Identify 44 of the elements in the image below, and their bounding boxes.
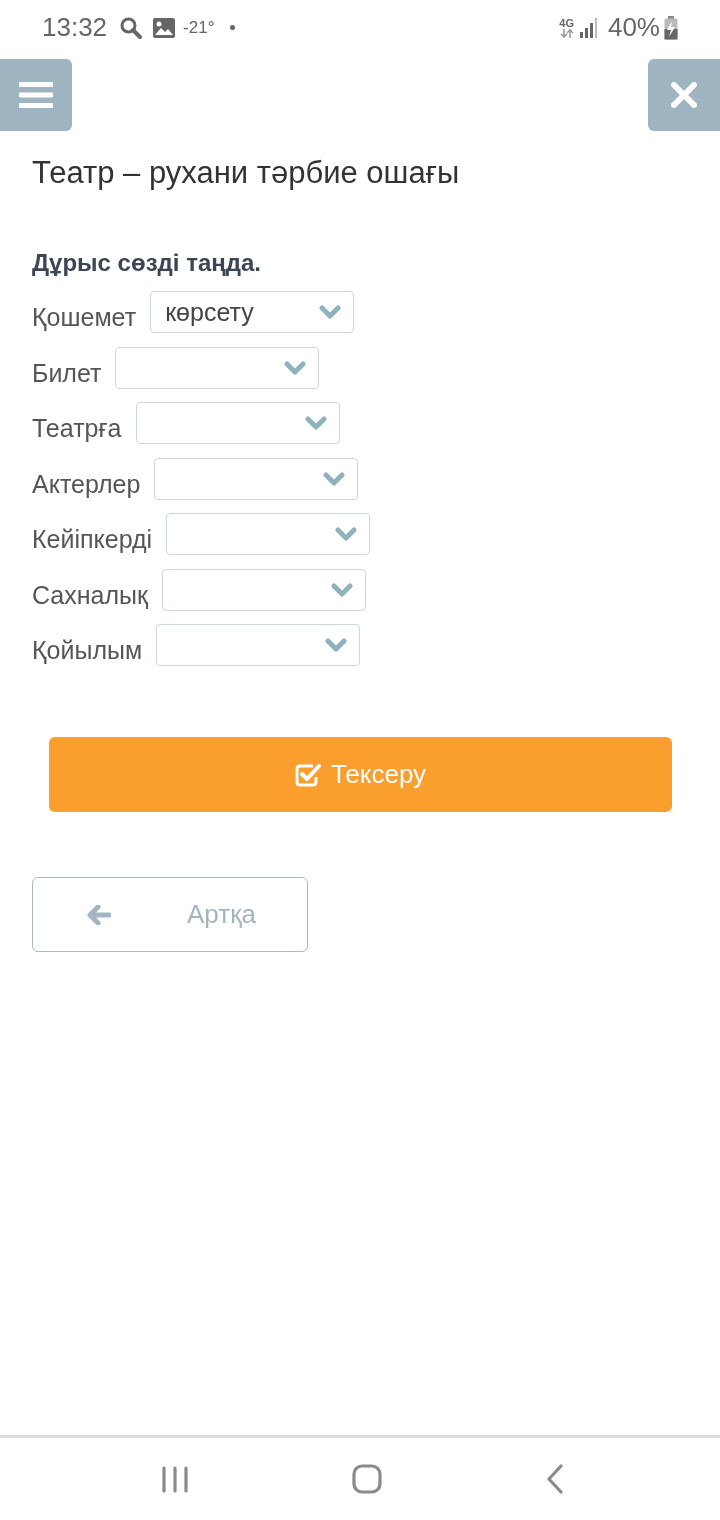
chevron-down-icon	[284, 360, 307, 375]
word-dropdown[interactable]	[161, 568, 366, 611]
image-icon	[153, 17, 176, 38]
word-label: Актерлер	[32, 468, 141, 499]
back-chevron-icon[interactable]	[546, 1464, 564, 1494]
word-dropdown[interactable]: көрсету	[150, 291, 355, 333]
back-button[interactable]: Артқа	[32, 877, 308, 952]
word-label: Театрға	[32, 413, 122, 443]
word-dropdown[interactable]	[154, 457, 359, 500]
word-label: Сахналық	[32, 579, 148, 610]
signal-icon	[579, 17, 600, 38]
check-button[interactable]: Тексеру	[49, 737, 672, 812]
battery-percent: 40%	[607, 12, 660, 43]
left-arrow-icon	[87, 904, 111, 925]
word-label: Қошемет	[32, 302, 137, 332]
chevron-down-icon	[304, 416, 327, 430]
chevron-down-icon	[330, 582, 353, 597]
word-label: Қойылым	[32, 635, 143, 665]
dot-icon	[230, 25, 236, 30]
instruction-text: Дұрыс сөзді таңда.	[32, 249, 261, 277]
word-label: Кейіпкерді	[32, 524, 153, 554]
menu-button[interactable]	[0, 59, 72, 131]
menu-icon	[19, 82, 53, 108]
word-dropdown[interactable]	[156, 624, 361, 666]
data-arrows-icon	[559, 28, 574, 38]
word-label: Билет	[32, 357, 102, 388]
close-icon	[671, 82, 697, 108]
checkbox-icon	[294, 762, 321, 787]
chevron-down-icon	[323, 471, 346, 486]
recent-apps-icon[interactable]	[162, 1465, 188, 1493]
battery-charging-icon	[664, 15, 678, 40]
close-button[interactable]	[648, 59, 720, 131]
search-icon	[119, 15, 144, 40]
word-dropdown[interactable]	[135, 402, 340, 444]
chevron-down-icon	[325, 638, 348, 652]
chevron-down-icon	[319, 305, 342, 319]
word-dropdown[interactable]	[115, 346, 320, 389]
word-dropdown[interactable]	[166, 513, 371, 555]
network-type: 4G	[559, 17, 574, 29]
clock-time: 13:32	[42, 12, 108, 43]
chevron-down-icon	[335, 527, 358, 541]
home-icon[interactable]	[352, 1464, 382, 1494]
lesson-title: Театр – рухани тәрбие ошағы	[32, 155, 461, 191]
temperature-text: -21°	[183, 17, 215, 38]
